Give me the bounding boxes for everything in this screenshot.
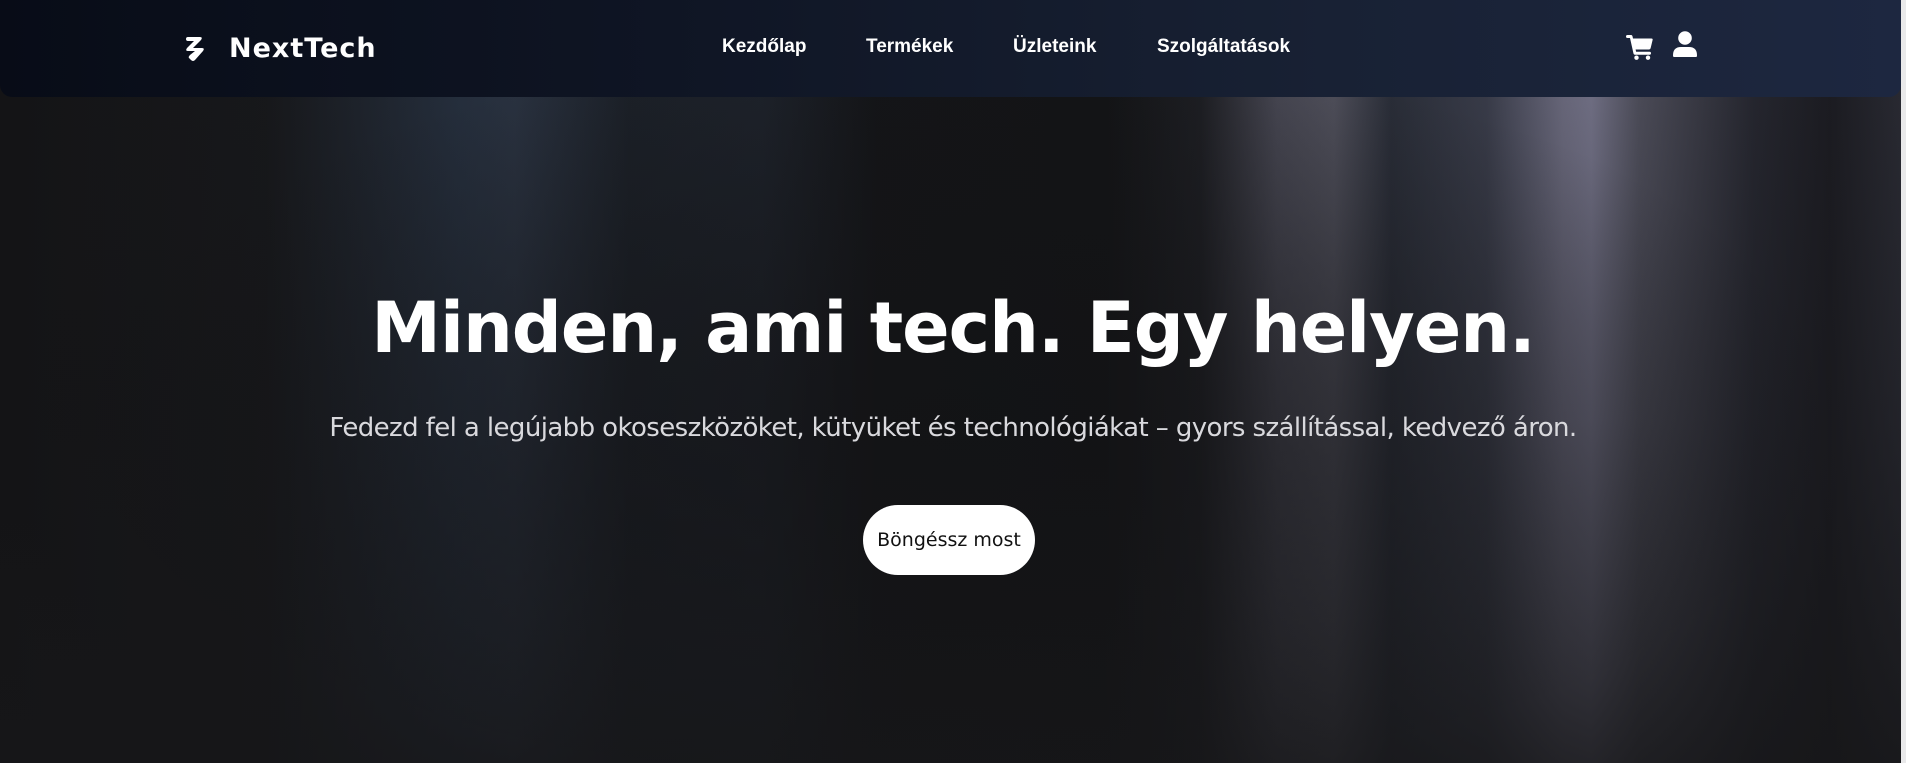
shopping-cart-icon[interactable] [1626, 35, 1653, 60]
top-navbar: NextTech Kezdőlap Termékek Üzleteink Szo… [0, 0, 1901, 97]
nav-link-termekek[interactable]: Termékek [866, 36, 953, 58]
nav-link-uzleteink[interactable]: Üzleteink [1013, 36, 1096, 58]
hero-vignette [0, 0, 1906, 763]
hero-subtitle: Fedezd fel a legújabb okoseszközöket, kü… [329, 413, 1577, 443]
nav-link-kezdolap[interactable]: Kezdőlap [722, 36, 806, 58]
main-nav: Kezdőlap Termékek Üzleteink Szolgáltatás… [0, 36, 1906, 62]
nav-link-szolgaltatasok[interactable]: Szolgáltatások [1157, 36, 1290, 58]
hero-title: Minden, ami tech. Egy helyen. [371, 287, 1535, 369]
user-account-icon[interactable] [1673, 31, 1697, 59]
window-scrollbar-edge [1901, 0, 1906, 763]
browse-now-button[interactable]: Böngéssz most [863, 505, 1035, 575]
page: NextTech Kezdőlap Termékek Üzleteink Szo… [0, 0, 1906, 763]
